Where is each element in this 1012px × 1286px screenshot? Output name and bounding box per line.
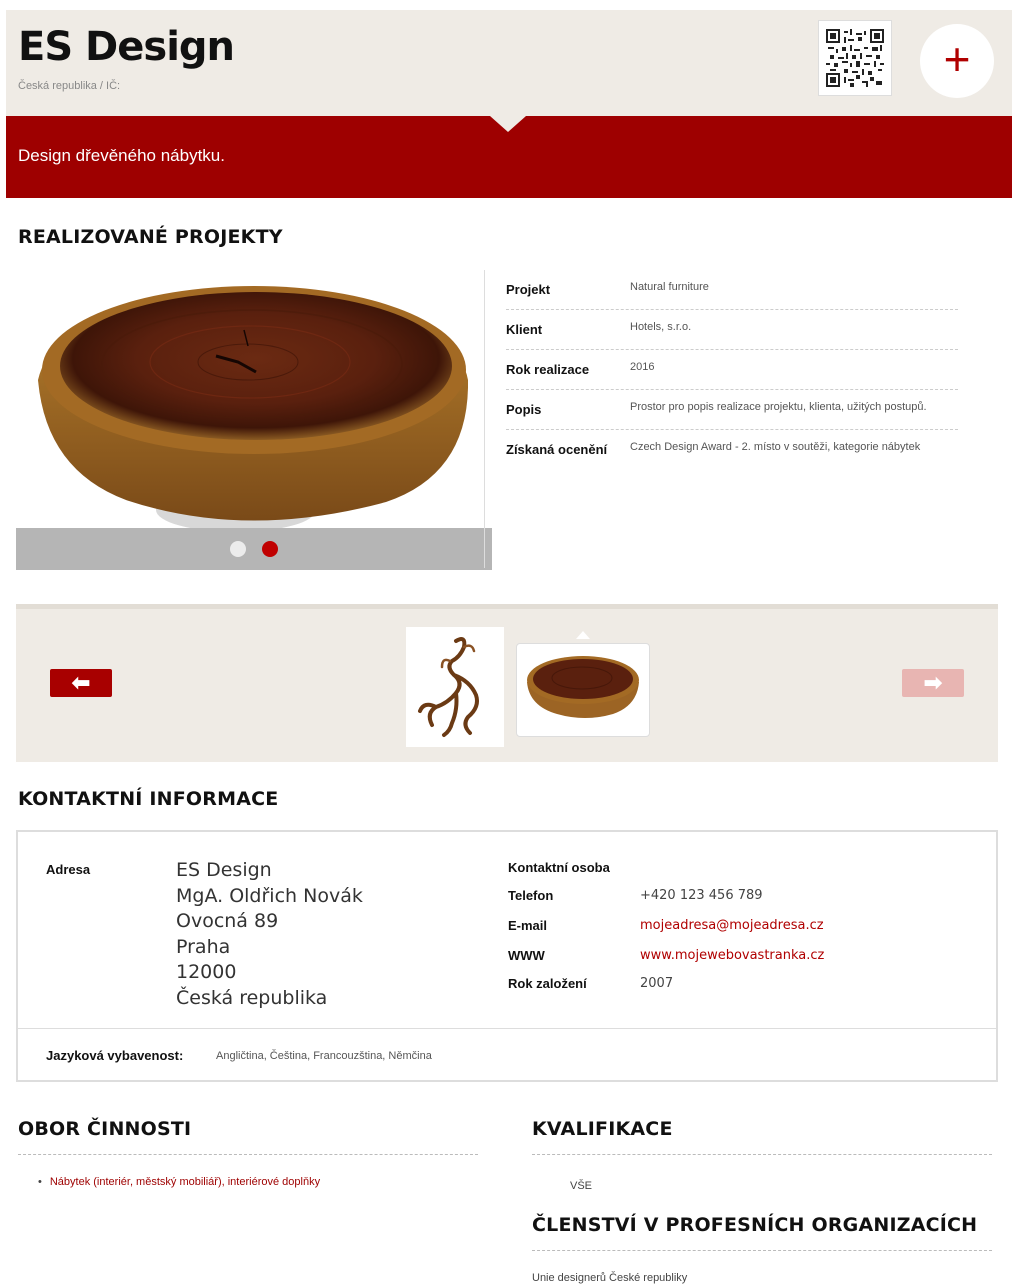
qualification-divider bbox=[532, 1154, 992, 1155]
company-description: Design dřevěného nábytku. bbox=[18, 146, 225, 165]
projects-heading: REALIZOVANÉ PROJEKTY bbox=[18, 226, 283, 248]
email-label: E-mail bbox=[508, 918, 548, 933]
address-line: Ovocná 89 bbox=[176, 910, 279, 932]
row-label: Získaná ocenění bbox=[506, 442, 608, 457]
thumbnail-table[interactable] bbox=[516, 643, 650, 737]
address-line: 12000 bbox=[176, 961, 237, 983]
row-value: Czech Design Award - 2. místo v soutěži,… bbox=[630, 441, 921, 453]
row-value: Prostor pro popis realizace projektu, kl… bbox=[630, 401, 927, 413]
thumbnail-carousel: ⬅ ➡ bbox=[16, 604, 998, 762]
arrow-left-icon: ⬅ bbox=[71, 670, 91, 695]
founded-label: Rok založení bbox=[508, 976, 587, 991]
address-line: Praha bbox=[176, 935, 231, 958]
slider-dot-1[interactable] bbox=[230, 541, 246, 557]
table-row: Projekt Natural furniture bbox=[506, 270, 958, 310]
contact-person-label: Kontaktní osoba bbox=[508, 860, 610, 875]
email-link[interactable]: mojeadresa@mojeadresa.cz bbox=[640, 918, 824, 933]
qr-code-icon[interactable] bbox=[818, 20, 892, 96]
row-label: Projekt bbox=[506, 282, 551, 297]
slider-dot-2-active[interactable] bbox=[262, 541, 278, 557]
table-row: Získaná ocenění Czech Design Award - 2. … bbox=[506, 430, 958, 470]
row-label: Klient bbox=[506, 322, 543, 337]
wooden-table-image bbox=[38, 286, 468, 532]
vertical-divider bbox=[484, 270, 485, 568]
table-row: Popis Prostor pro popis realizace projek… bbox=[506, 390, 958, 430]
languages-label: Jazyková vybavenost: bbox=[46, 1048, 184, 1063]
address-line: ES Design bbox=[176, 859, 272, 881]
contact-info-box: Adresa ES Design MgA. Oldřich Novák Ovoc… bbox=[16, 830, 998, 1082]
active-thumbnail-caret bbox=[576, 631, 590, 639]
table-row: Rok realizace 2016 bbox=[506, 350, 958, 390]
thumbnail-sculpture[interactable] bbox=[406, 627, 504, 747]
arrow-right-icon: ➡ bbox=[923, 670, 943, 695]
qualification-value: VŠE bbox=[570, 1180, 593, 1192]
founded-value: 2007 bbox=[640, 976, 674, 991]
next-button[interactable]: ➡ bbox=[902, 669, 964, 697]
contact-heading: KONTAKTNÍ INFORMACE bbox=[18, 788, 279, 810]
row-label: Rok realizace bbox=[506, 362, 590, 377]
website-link[interactable]: www.mojewebovastranka.cz bbox=[640, 948, 824, 963]
company-subtitle: Česká republika / IČ: bbox=[18, 80, 121, 92]
project-image-slider[interactable] bbox=[16, 270, 492, 570]
qr-code-graphic bbox=[826, 29, 884, 87]
address-label: Adresa bbox=[46, 862, 91, 877]
project-details-table: Projekt Natural furniture Klient Hotels,… bbox=[506, 270, 958, 470]
table-row: Klient Hotels, s.r.o. bbox=[506, 310, 958, 350]
membership-value: Unie designerů České republiky bbox=[532, 1272, 688, 1284]
add-button[interactable]: + bbox=[920, 24, 994, 98]
activity-divider bbox=[18, 1154, 478, 1155]
activity-list-item[interactable]: Nábytek (interiér, městský mobiliář), in… bbox=[38, 1176, 320, 1188]
row-value: Hotels, s.r.o. bbox=[630, 321, 692, 333]
qualification-heading: KVALIFIKACE bbox=[532, 1118, 673, 1140]
address-block: ES Design MgA. Oldřich Novák Ovocná 89 P… bbox=[176, 858, 363, 1011]
wooden-sculpture-image bbox=[418, 637, 479, 737]
membership-heading: ČLENSTVÍ V PROFESNÍCH ORGANIZACÍCH bbox=[532, 1214, 978, 1236]
row-value: Natural furniture bbox=[630, 281, 709, 293]
row-label: Popis bbox=[506, 402, 542, 417]
slider-pagination-bar bbox=[16, 528, 492, 570]
address-line: Česká republika bbox=[176, 986, 328, 1009]
page-header: ES Design Česká republika / IČ: + bbox=[6, 10, 1012, 116]
plus-icon: + bbox=[943, 33, 971, 85]
row-value: 2016 bbox=[630, 361, 655, 373]
phone-value: +420 123 456 789 bbox=[640, 888, 763, 903]
prev-button[interactable]: ⬅ bbox=[50, 669, 112, 697]
phone-label: Telefon bbox=[508, 888, 554, 903]
company-name: ES Design bbox=[18, 24, 235, 70]
contact-divider bbox=[18, 1028, 996, 1029]
membership-divider bbox=[532, 1250, 992, 1251]
wooden-table-thumbnail bbox=[527, 656, 639, 718]
banner-notch bbox=[490, 116, 526, 132]
address-line: MgA. Oldřich Novák bbox=[176, 884, 363, 907]
activity-heading: OBOR ČINNOSTI bbox=[18, 1118, 192, 1140]
www-label: WWW bbox=[508, 948, 545, 963]
languages-value: Angličtina, Čeština, Francouzština, Němč… bbox=[216, 1050, 432, 1062]
